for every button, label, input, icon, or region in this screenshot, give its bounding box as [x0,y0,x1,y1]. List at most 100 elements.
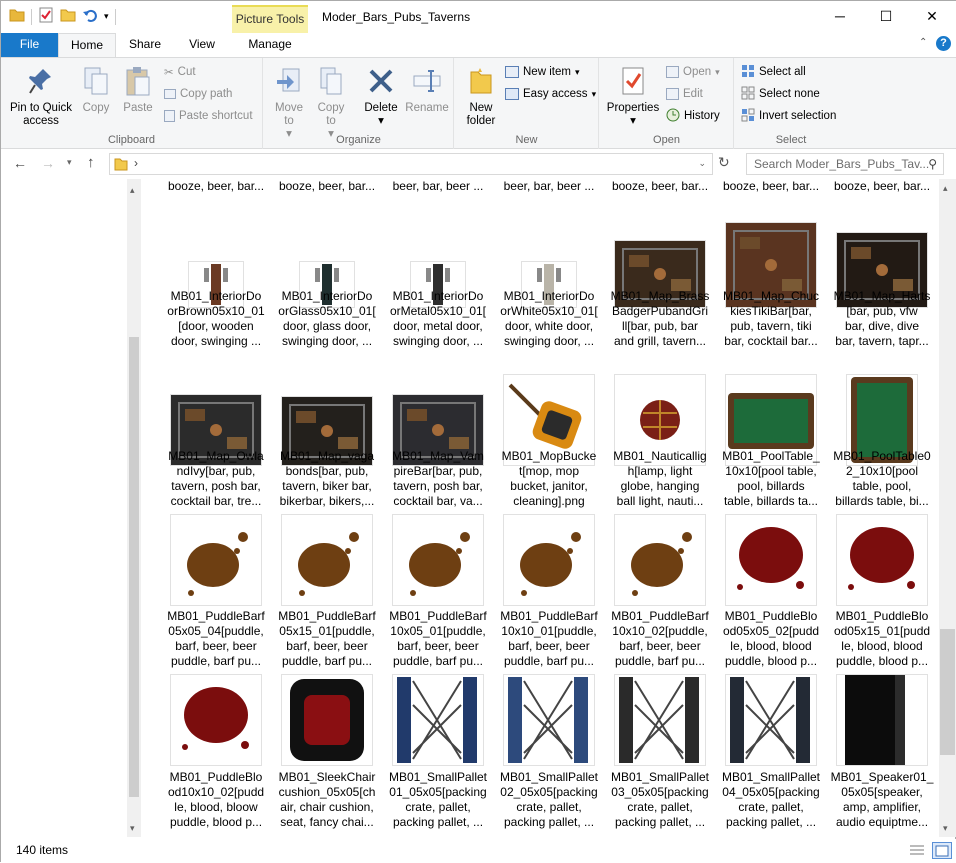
file-name[interactable]: MB01_SleekChair cushion_05x05[ch air, chai… [274,770,380,830]
file-name[interactable]: MB01_SmallPallet 02_05x05[packing crate, p… [496,770,602,830]
scroll-down-arrow-icon[interactable]: ▾ [943,823,948,834]
help-icon[interactable]: ? [936,36,951,51]
file-name[interactable]: MB01_SmallPallet 04_05x05[packing crate, p… [718,770,824,830]
collapse-ribbon-chevron-icon[interactable]: ⌃ [919,37,927,48]
file-thumbnail[interactable] [837,675,927,765]
file-name[interactable]: MB01_SmallPallet 01_05x05[packing crate, p… [385,770,491,830]
copy-to-button[interactable]: Copy to ▾ [312,64,350,141]
file-thumbnail[interactable] [726,515,816,605]
file-thumbnail[interactable] [171,675,261,765]
file-thumbnail[interactable] [837,515,927,605]
tab-share[interactable]: Share [119,33,171,57]
file-name-fragment[interactable]: booze, beer, bar... [829,179,935,193]
file-name[interactable]: MB01_PuddleBlo od10x10_02[pudd le, blood, … [163,770,269,830]
delete-button[interactable]: Delete ▾ [358,64,404,128]
file-name[interactable]: MB01_Map_Owla ndIvy[bar, pub, tavern, posh… [163,449,269,509]
file-thumbnail[interactable] [615,515,705,605]
tab-home[interactable]: Home [58,33,116,57]
file-name[interactable]: MB01_MopBucke t[mop, mop bucket, janitor, c… [496,449,602,509]
file-name[interactable]: MB01_PuddleBlo od05x15_01[pudd le, blood, … [829,609,935,669]
scroll-up-arrow-icon[interactable]: ▴ [943,183,948,194]
copy-button[interactable]: Copy [77,64,115,115]
file-name[interactable]: MB01_PuddleBlo od05x05_02[pudd le, blood, … [718,609,824,669]
breadcrumb-separator[interactable]: › [134,156,138,170]
file-list[interactable]: booze, beer, bar... booze, beer, bar... be… [141,179,939,837]
file-name-fragment[interactable]: booze, beer, bar... [607,179,713,193]
select-all-button[interactable]: Select all [741,63,806,81]
navigation-pane-scroll-thumb[interactable] [129,337,139,797]
large-icons-view-icon[interactable] [932,842,952,859]
file-name[interactable]: MB01_PuddleBarf 05x15_01[puddle, barf, bee… [274,609,380,669]
details-view-icon[interactable] [909,844,925,861]
file-thumbnail[interactable] [282,515,372,605]
address-bar[interactable]: › ⌄ [109,153,713,175]
file-name[interactable]: MB01_PuddleBarf 10x10_02[puddle, barf, bee… [607,609,713,669]
file-name[interactable]: MB01_InteriorDo orBrown05x10_01 [door, woo… [163,289,269,349]
file-thumbnail[interactable] [615,675,705,765]
file-name[interactable]: MB01_Map_Chuc kiesTikiBar[bar, pub, tavern… [718,289,824,349]
cut-button[interactable]: ✂ Cut [164,63,196,81]
pin-quick-access-button[interactable]: Pin to Quick access [5,64,77,128]
file-name[interactable]: MB01_Nauticallig h[lamp, light globe, hang… [607,449,713,509]
easy-access-button[interactable]: Easy access ▾ [505,85,596,103]
up-arrow-icon[interactable]: ↑ [87,154,95,171]
edit-button[interactable]: Edit [666,85,703,103]
select-none-button[interactable]: Select none [741,85,820,103]
file-name[interactable]: MB01_SmallPallet 03_05x05[packing crate, p… [607,770,713,830]
new-item-button[interactable]: New item ▾ [505,63,579,81]
copy-path-button[interactable]: Copy path [164,85,232,103]
open-button[interactable]: Open ▾ [666,63,720,81]
forward-arrow-icon[interactable]: → [41,155,55,171]
scroll-down-arrow-icon[interactable]: ▾ [130,823,135,834]
file-name[interactable]: MB01_Map_Harts [bar, pub, vfw bar, dive, d… [829,289,935,349]
file-list-scrollbar[interactable]: ▴ ▾ [939,179,956,837]
file-name-fragment[interactable]: booze, beer, bar... [274,179,380,193]
file-thumbnail[interactable] [504,675,594,765]
close-button[interactable]: ✕ [909,1,955,31]
file-name-fragment[interactable]: booze, beer, bar... [718,179,824,193]
file-name[interactable]: MB01_Map_vaga bonds[bar, pub, tavern, bike… [274,449,380,509]
file-name[interactable]: MB01_InteriorDo orGlass05x10_01[door, gla… [274,289,380,349]
address-dropdown-chevron-icon[interactable]: ⌄ [698,158,706,169]
paste-button[interactable]: Paste [118,64,158,115]
refresh-icon[interactable]: ↻ [718,154,730,171]
tab-manage[interactable]: Manage [232,33,308,57]
paste-shortcut-button[interactable]: Paste shortcut [164,107,253,125]
properties-button[interactable]: Properties ▾ [604,64,662,128]
minimize-button[interactable]: ─ [817,1,863,31]
file-name[interactable]: MB01_PoolTable_ 10x10[pool table, pool, bi… [718,449,824,509]
navigation-pane-scrollbar[interactable]: ▴ ▾ [127,179,141,837]
new-folder-qat-icon[interactable] [60,8,76,25]
rename-button[interactable]: Rename [404,64,450,115]
file-name[interactable]: MB01_InteriorDo orMetal05x10_01[door, met… [385,289,491,349]
file-thumbnail[interactable] [282,675,372,765]
invert-selection-button[interactable]: Invert selection [741,107,836,125]
file-name[interactable]: MB01_Map_Brass BadgerPubandGri ll[bar, pub… [607,289,713,349]
file-thumbnail[interactable] [726,675,816,765]
maximize-button[interactable]: ☐ [863,1,909,31]
recent-locations-chevron-icon[interactable]: ▾ [67,157,72,168]
search-input[interactable]: Search Moder_Bars_Pubs_Tav... ⚲ [746,153,944,175]
properties-qat-icon[interactable] [38,7,54,26]
tab-file[interactable]: File [1,33,58,57]
scroll-up-arrow-icon[interactable]: ▴ [130,185,135,196]
file-name[interactable]: MB01_Map_Vam pireBar[bar, pub, tavern, pos… [385,449,491,509]
file-name-fragment[interactable]: beer, bar, beer ... [385,179,491,193]
file-name[interactable]: MB01_PoolTable0 2_10x10[pool table, pool, b… [829,449,935,509]
undo-qat-icon[interactable] [82,7,98,26]
move-to-button[interactable]: Move to ▾ [270,64,308,141]
new-folder-button[interactable]: New folder [459,64,503,128]
file-thumbnail[interactable] [393,515,483,605]
file-name[interactable]: MB01_PuddleBarf 10x10_01[puddle, barf, bee… [496,609,602,669]
file-name-fragment[interactable]: beer, bar, beer ... [496,179,602,193]
file-name[interactable]: MB01_PuddleBarf 10x05_01[puddle, barf, bee… [385,609,491,669]
file-thumbnail[interactable] [504,515,594,605]
tab-view[interactable]: View [177,33,227,57]
history-button[interactable]: History [666,107,720,125]
file-thumbnail[interactable] [393,675,483,765]
customize-qat-chevron-icon[interactable]: ▾ [104,11,109,22]
back-arrow-icon[interactable]: ← [13,155,27,171]
file-name[interactable]: MB01_Speaker01_ 05x05[speaker, amp, amplif… [829,770,935,830]
file-thumbnail[interactable] [171,515,261,605]
navigation-pane[interactable] [1,185,127,837]
